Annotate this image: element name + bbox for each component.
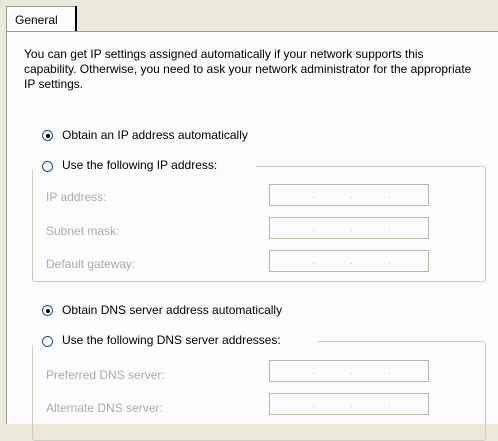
preferred-dns-label: Preferred DNS server:	[46, 368, 165, 382]
ip-manual-radio[interactable]	[42, 161, 53, 172]
alternate-dns-label: Alternate DNS server:	[46, 401, 163, 415]
subnet-mask-dot-1: .	[312, 223, 315, 234]
ip-address-dot-2: .	[350, 190, 353, 201]
subnet-mask-label: Subnet mask:	[46, 224, 120, 238]
alternate-dns-dot-3: .	[388, 399, 391, 410]
subnet-mask-field[interactable]: . . .	[269, 217, 429, 239]
alternate-dns-field[interactable]: . . .	[269, 393, 429, 415]
preferred-dns-field[interactable]: . . .	[269, 360, 429, 382]
ip-manual-label[interactable]: Use the following IP address:	[62, 158, 217, 172]
preferred-dns-dot-3: .	[388, 366, 391, 377]
default-gateway-dot-1: .	[312, 256, 315, 267]
description-text: You can get IP settings assigned automat…	[24, 47, 472, 91]
ip-address-field[interactable]: . . .	[269, 184, 429, 206]
alternate-dns-dot-2: .	[350, 399, 353, 410]
dns-auto-label[interactable]: Obtain DNS server address automatically	[62, 303, 282, 317]
default-gateway-label: Default gateway:	[46, 257, 136, 271]
ip-address-dot-1: .	[312, 190, 315, 201]
ip-auto-label[interactable]: Obtain an IP address automatically	[62, 128, 248, 142]
alternate-dns-dot-1: .	[312, 399, 315, 410]
ip-address-label: IP address:	[46, 190, 107, 204]
dns-manual-label[interactable]: Use the following DNS server addresses:	[62, 333, 281, 347]
ip-auto-radio[interactable]	[42, 130, 53, 141]
dns-auto-radio[interactable]	[42, 305, 53, 316]
default-gateway-dot-2: .	[350, 256, 353, 267]
preferred-dns-dot-1: .	[312, 366, 315, 377]
tab-edge-divider	[75, 6, 77, 34]
subnet-mask-dot-3: .	[388, 223, 391, 234]
tab-general[interactable]: General	[6, 6, 76, 32]
default-gateway-field[interactable]: . . .	[269, 250, 429, 272]
ip-address-dot-3: .	[388, 190, 391, 201]
dns-manual-radio[interactable]	[42, 336, 53, 347]
default-gateway-dot-3: .	[388, 256, 391, 267]
preferred-dns-dot-2: .	[350, 366, 353, 377]
dns-group-box	[32, 341, 486, 441]
subnet-mask-dot-2: .	[350, 223, 353, 234]
tab-general-label: General	[15, 13, 58, 27]
